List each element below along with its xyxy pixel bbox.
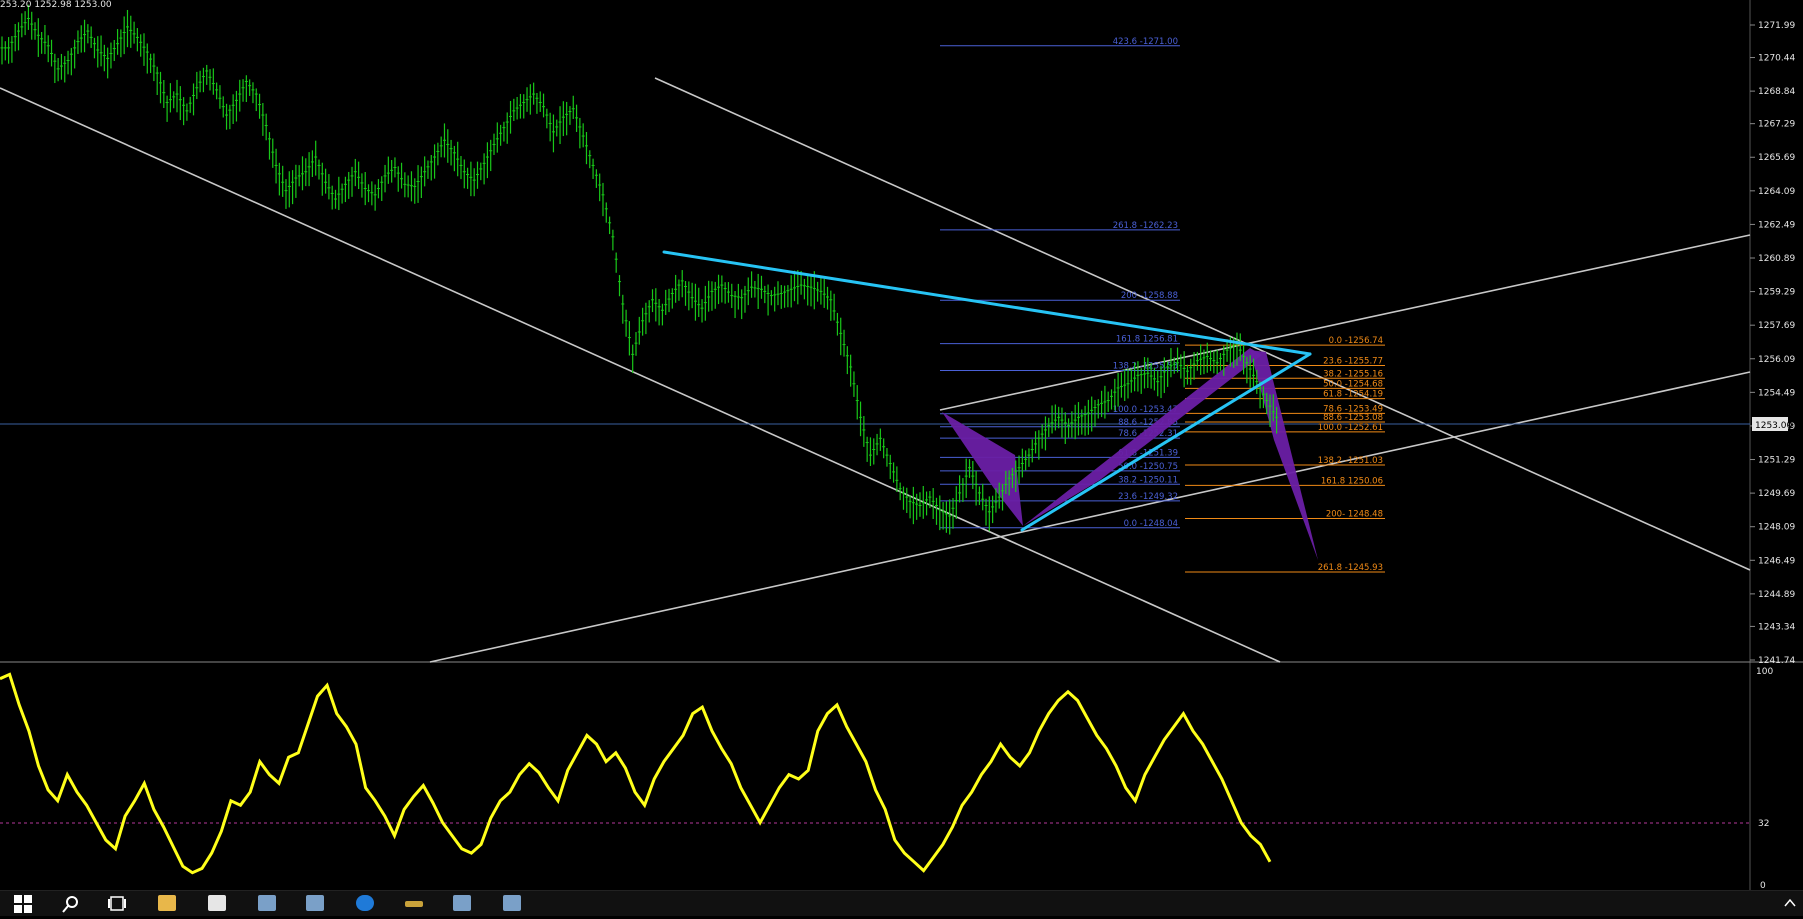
price-tick-label: 1257.69 [1758,321,1795,331]
price-tick-label: 1249.69 [1758,489,1795,499]
trading-app-icon-4[interactable] [503,895,521,911]
current-price-badge: 1253.00 [1755,421,1792,431]
task-view-icon[interactable] [108,896,128,912]
chevron-up-icon[interactable] [1783,896,1797,910]
price-axis: 1271.99 1270.44 1268.84 1267.29 1265.69 1264.… [1750,21,1795,666]
fib-level-label: 161.8 1256.81 [1116,335,1178,345]
fib-level-label: 200 -1258.88 [1121,291,1178,301]
fib-level-label: 100.0 -1252.61 [1318,423,1383,433]
taskbar[interactable] [0,890,1803,916]
price-tick-label: 1251.29 [1758,456,1795,466]
price-chart-canvas[interactable]: 423.6 -1271.00 261.8 -1262.23 200 -1258.88… [0,0,1803,915]
osc-axis-level: 32 [1758,819,1769,829]
channel-line-outer-upper [0,87,1281,663]
edge-browser-icon[interactable] [356,895,374,911]
channel-line-upper [654,77,1751,571]
price-tick-label: 1254.49 [1758,388,1795,398]
store-icon[interactable] [208,895,226,911]
fib-level-label: 23.6 -1249.32 [1118,492,1178,502]
fib-level-label: 200- 1248.48 [1326,510,1383,520]
fib-level-label: 261.8 -1245.93 [1318,563,1383,573]
price-tick-label: 1262.49 [1758,220,1795,230]
price-tick-label: 1243.34 [1758,622,1795,632]
forex-app-icon[interactable] [405,901,423,907]
price-tick-label: 1259.29 [1758,288,1795,298]
trading-app-icon-3[interactable] [453,895,471,911]
price-tick-label: 1246.49 [1758,556,1795,566]
candlestick-series [0,4,1279,535]
fib-level-label: 423.6 -1271.00 [1113,37,1178,47]
fib-level-label: 61.8 -1254.19 [1323,390,1383,400]
fib-level-label: 0.0 -1248.04 [1124,519,1178,529]
osc-axis-top: 100 [1756,667,1773,677]
fib-level-label: 38.2 -1250.11 [1118,475,1178,485]
file-explorer-icon[interactable] [158,895,176,911]
fib-level-label: 138.2 -1251.03 [1318,456,1383,466]
price-tick-label: 1268.84 [1758,87,1795,97]
fib-level-label: 161.8 1250.06 [1321,476,1383,486]
windows-start-icon[interactable] [14,895,32,913]
trading-app-icon-1[interactable] [258,895,276,911]
fib-level-label: 0.0 -1256.74 [1329,336,1383,346]
price-tick-label: 1260.89 [1758,254,1795,264]
price-tick-label: 1256.09 [1758,355,1795,365]
price-tick-label: 1267.29 [1758,120,1795,130]
price-readout: 253.20 1252.98 1253.00 [0,0,112,10]
fib-level-label: 261.8 -1262.23 [1113,221,1178,231]
channel-lines[interactable] [0,77,1751,663]
channel-line-rising-lower [429,371,1751,663]
oscillator-line [0,672,1272,875]
price-tick-label: 1265.69 [1758,153,1795,163]
price-tick-label: 1264.09 [1758,187,1795,197]
trading-chart[interactable]: 423.6 -1271.00 261.8 -1262.23 200 -1258.88… [0,0,1803,916]
trend-line-upper [662,250,1312,356]
price-tick-label: 1271.99 [1758,21,1795,31]
fib-level-label: 50.0 -1254.68 [1323,379,1383,389]
price-tick-label: 1248.09 [1758,523,1795,533]
trading-app-icon-2[interactable] [306,895,324,911]
search-icon[interactable] [62,895,80,913]
fib-level-label: 23.6 -1255.77 [1323,356,1383,366]
price-tick-label: 1244.89 [1758,590,1795,600]
fib-level-label: 38.2 -1255.16 [1323,369,1383,379]
price-tick-label: 1241.74 [1758,656,1795,666]
fib-level-label: 88.6 -1253.08 [1323,413,1383,423]
price-tick-label: 1270.44 [1758,54,1795,64]
